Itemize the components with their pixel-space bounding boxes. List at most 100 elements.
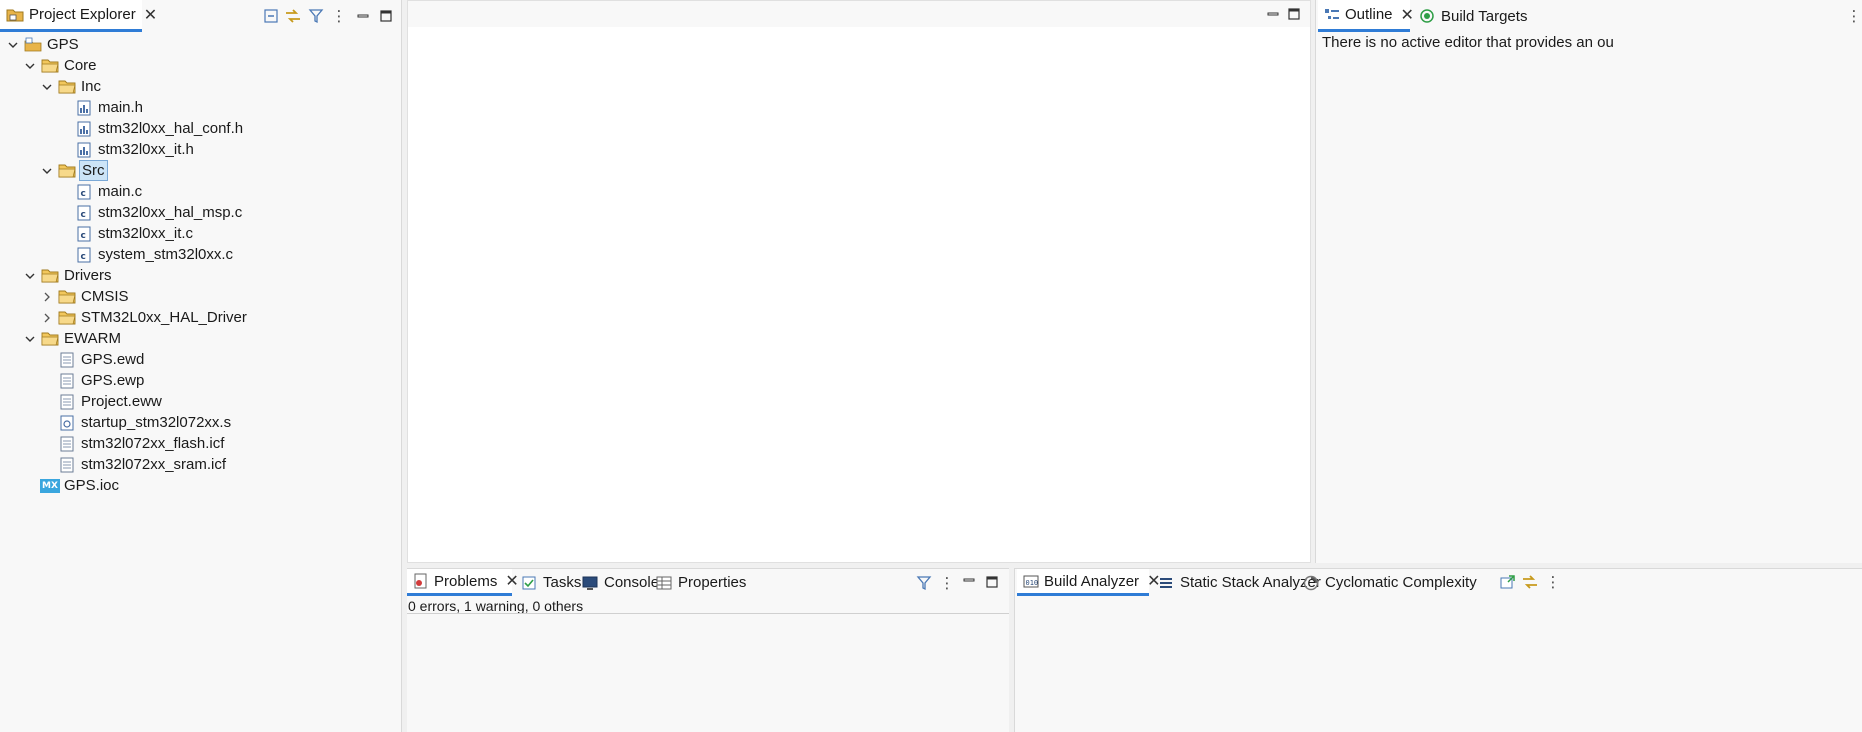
tab-project-explorer[interactable]: Project Explorer ✕ <box>0 0 157 32</box>
text-file-icon <box>58 351 76 369</box>
tree-item[interactable]: MX GPS.ioc <box>23 475 121 496</box>
tree-item[interactable]: c stm32l0xx_it.c <box>57 223 195 244</box>
tree-item[interactable]: EWARM <box>23 328 123 349</box>
tree-item-label: startup_stm32l072xx.s <box>81 414 232 431</box>
tree-item-label: Project.eww <box>81 393 162 410</box>
text-file-icon <box>58 435 76 453</box>
tab-properties[interactable]: Properties <box>649 569 752 596</box>
tree-item-label: Drivers <box>64 267 112 284</box>
project-explorer-icon <box>6 6 24 24</box>
maximize-icon[interactable] <box>376 6 396 26</box>
folder-icon <box>41 330 59 348</box>
export-icon[interactable] <box>1498 572 1518 592</box>
tree-item-label: stm32l072xx_flash.icf <box>81 435 225 452</box>
tab-build-targets[interactable]: Build Targets <box>1412 0 1533 32</box>
properties-icon <box>655 574 673 592</box>
maximize-icon[interactable] <box>982 572 1002 592</box>
tree-item[interactable]: STM32L0xx_HAL_Driver <box>40 307 249 328</box>
build-analyzer-view: 010 Build Analyzer ✕ Static Stack Analyz… <box>1014 568 1862 732</box>
outline-tabbar: Outline ✕ Build Targets ⋮ <box>1316 0 1862 32</box>
tree-item[interactable]: stm32l0xx_hal_conf.h <box>57 118 245 139</box>
tab-outline[interactable]: Outline ✕ <box>1318 0 1414 32</box>
minimize-icon[interactable] <box>1263 4 1283 24</box>
build-targets-icon <box>1418 7 1436 25</box>
chevron-right-icon[interactable] <box>40 311 54 325</box>
tree-item[interactable]: GPS.ewp <box>40 370 146 391</box>
tree-item[interactable]: stm32l0xx_it.h <box>57 139 196 160</box>
tree-item[interactable]: Core <box>23 55 99 76</box>
tree-item[interactable]: c stm32l0xx_hal_msp.c <box>57 202 244 223</box>
tree-item[interactable]: Src <box>40 160 108 181</box>
refresh-icon[interactable] <box>1520 572 1540 592</box>
tab-problems[interactable]: Problems ✕ <box>407 569 519 596</box>
minimize-icon[interactable] <box>353 6 373 26</box>
folder-icon <box>58 288 76 306</box>
tree-item[interactable]: startup_stm32l072xx.s <box>40 412 233 433</box>
tab-label: Build Analyzer <box>1044 572 1140 590</box>
tree-item[interactable]: main.h <box>57 97 145 118</box>
editor-tabbar <box>408 1 1310 27</box>
outline-empty-message: There is no active editor that provides … <box>1322 34 1614 51</box>
tree-item[interactable]: GPS <box>6 34 81 55</box>
collapse-all-icon[interactable] <box>261 6 281 26</box>
tree-item-label: Inc <box>81 78 102 95</box>
tree-item-label: GPS.ewd <box>81 351 145 368</box>
view-menu-icon[interactable]: ⋮ <box>1543 572 1563 592</box>
tree-item[interactable]: stm32l072xx_flash.icf <box>40 433 226 454</box>
project-explorer-tabbar: Project Explorer ✕ ⋮ <box>0 0 401 32</box>
tree-item[interactable]: Project.eww <box>40 391 164 412</box>
tree-item-label: stm32l0xx_hal_conf.h <box>98 120 244 137</box>
tree-item[interactable]: CMSIS <box>40 286 131 307</box>
tree-item[interactable]: Inc <box>40 76 103 97</box>
minimize-icon[interactable] <box>959 570 979 590</box>
chevron-down-icon[interactable] <box>23 269 37 283</box>
link-with-editor-icon[interactable] <box>283 6 303 26</box>
problems-view: Problems ✕ Tasks Console Properties ⋮ 0 … <box>407 568 1009 732</box>
tree-item[interactable]: GPS.ewd <box>40 349 146 370</box>
maximize-icon[interactable] <box>1284 4 1304 24</box>
view-menu-icon[interactable]: ⋮ <box>937 573 957 593</box>
mx-file-icon: MX <box>40 477 60 495</box>
view-menu-icon[interactable]: ⋮ <box>329 6 349 26</box>
tree-item-label: stm32l0xx_hal_msp.c <box>98 204 243 221</box>
chevron-down-icon[interactable] <box>40 164 54 178</box>
tree-item-label: stm32l072xx_sram.icf <box>81 456 227 473</box>
view-menu-icon[interactable]: ⋮ <box>1844 6 1862 26</box>
folder-icon <box>58 162 76 180</box>
tree-item[interactable]: Drivers <box>23 265 114 286</box>
problems-table-header <box>407 613 1009 633</box>
c-file-icon: c <box>75 246 93 264</box>
tree-item[interactable]: c system_stm32l0xx.c <box>57 244 235 265</box>
tree-item-label: GPS.ioc <box>64 477 120 494</box>
tab-build-analyzer[interactable]: 010 Build Analyzer ✕ <box>1017 569 1160 596</box>
tree-item[interactable]: stm32l072xx_sram.icf <box>40 454 228 475</box>
tab-cyclomatic-complexity[interactable]: Cyclomatic Complexity <box>1296 569 1483 596</box>
chevron-right-icon[interactable] <box>40 290 54 304</box>
c-file-icon: c <box>75 225 93 243</box>
tree-item[interactable]: c main.c <box>57 181 144 202</box>
close-icon[interactable]: ✕ <box>144 5 157 25</box>
folder-icon <box>58 78 76 96</box>
editor-area[interactable] <box>407 0 1311 563</box>
chevron-down-icon[interactable] <box>40 80 54 94</box>
tab-label: Build Targets <box>1441 7 1528 25</box>
chevron-down-icon[interactable] <box>23 59 37 73</box>
tree-item-label: main.h <box>98 99 144 116</box>
svg-text:c: c <box>81 189 86 199</box>
tree-item-label: STM32L0xx_HAL_Driver <box>81 309 247 326</box>
filter-icon[interactable] <box>914 573 934 593</box>
chevron-down-icon[interactable] <box>6 38 20 52</box>
tab-label: Outline <box>1345 6 1393 23</box>
c-file-icon: c <box>75 204 93 222</box>
tab-label: Cyclomatic Complexity <box>1325 574 1477 591</box>
tree-item-label: system_stm32l0xx.c <box>98 246 234 263</box>
tree-item-label: Src <box>79 160 108 181</box>
filter-icon[interactable] <box>306 6 326 26</box>
chevron-down-icon[interactable] <box>23 332 37 346</box>
cyclomatic-complexity-icon <box>1302 574 1320 592</box>
